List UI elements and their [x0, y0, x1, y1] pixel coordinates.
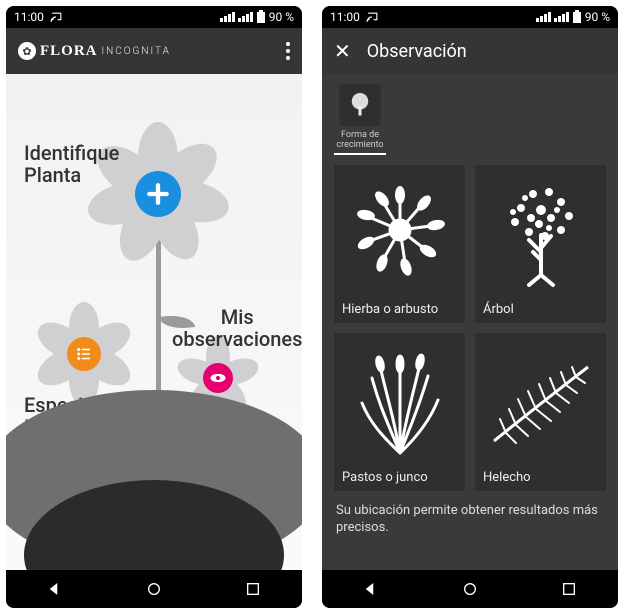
- tab-label: Forma de crecimiento: [334, 130, 386, 150]
- home-screen: Identifique Planta Especie Lista: [6, 74, 302, 570]
- signal-icon: [220, 12, 235, 22]
- home-button[interactable]: [457, 576, 483, 602]
- status-bar: 11:00 90 %: [322, 6, 618, 28]
- back-button[interactable]: [358, 576, 384, 602]
- list-icon: [67, 337, 101, 371]
- app-logo: ✿ FLORA INCOGNITA: [18, 42, 171, 60]
- battery-icon: [572, 10, 582, 24]
- close-button[interactable]: ✕: [334, 39, 351, 63]
- eye-icon: [203, 363, 233, 393]
- observation-body: Forma de crecimiento: [322, 74, 618, 570]
- identify-label: Identifique Planta: [24, 142, 119, 186]
- card-fern[interactable]: Helecho: [475, 333, 606, 491]
- app-title: FLORA: [40, 43, 98, 60]
- screen-title: Observación: [367, 41, 467, 62]
- app-bar: ✕ Observación: [322, 28, 618, 74]
- card-label: Árbol: [483, 302, 514, 317]
- signal-icon: [554, 12, 569, 22]
- nav-bar: [322, 570, 618, 608]
- plus-icon: [135, 171, 181, 217]
- battery-pct: 90 %: [269, 10, 294, 24]
- battery-pct: 90 %: [585, 10, 610, 24]
- grass-icon: [342, 343, 457, 462]
- back-button[interactable]: [42, 576, 68, 602]
- status-time: 11:00: [14, 10, 44, 24]
- card-label: Helecho: [483, 470, 531, 485]
- phone-observation: 11:00 90 % ✕ Observación Forma de crecim…: [322, 6, 618, 608]
- signal-icon: [238, 12, 253, 22]
- card-tree[interactable]: Árbol: [475, 165, 606, 323]
- menu-button[interactable]: [286, 42, 290, 60]
- phone-home: 11:00 90 % ✿ FLORA INCOGNITA: [6, 6, 302, 608]
- growth-form-tabs: Forma de crecimiento: [334, 84, 606, 155]
- growth-form-grid: Hierba o arbusto: [334, 165, 606, 491]
- herb-icon: [342, 175, 457, 294]
- recents-button[interactable]: [556, 576, 582, 602]
- status-bar: 11:00 90 %: [6, 6, 302, 28]
- fern-icon: [483, 343, 598, 462]
- home-button[interactable]: [141, 576, 167, 602]
- observations-label: Mis observaciones: [172, 306, 302, 350]
- recents-button[interactable]: [240, 576, 266, 602]
- cast-icon: [366, 11, 379, 24]
- nav-bar: [6, 570, 302, 608]
- tab-growth-form[interactable]: Forma de crecimiento: [334, 84, 386, 155]
- app-bar: ✿ FLORA INCOGNITA: [6, 28, 302, 74]
- card-grass[interactable]: Pastos o junco: [334, 333, 465, 491]
- tree-icon: [339, 84, 381, 126]
- card-herb[interactable]: Hierba o arbusto: [334, 165, 465, 323]
- card-label: Pastos o junco: [342, 470, 428, 485]
- cast-icon: [50, 11, 63, 24]
- tree-icon: [483, 175, 598, 294]
- app-subtitle: INCOGNITA: [102, 46, 171, 57]
- signal-icon: [536, 12, 551, 22]
- battery-icon: [256, 10, 266, 24]
- card-label: Hierba o arbusto: [342, 302, 438, 317]
- status-time: 11:00: [330, 10, 360, 24]
- logo-mark-icon: ✿: [18, 42, 36, 60]
- location-hint: Su ubicación permite obtener resultados …: [334, 501, 606, 537]
